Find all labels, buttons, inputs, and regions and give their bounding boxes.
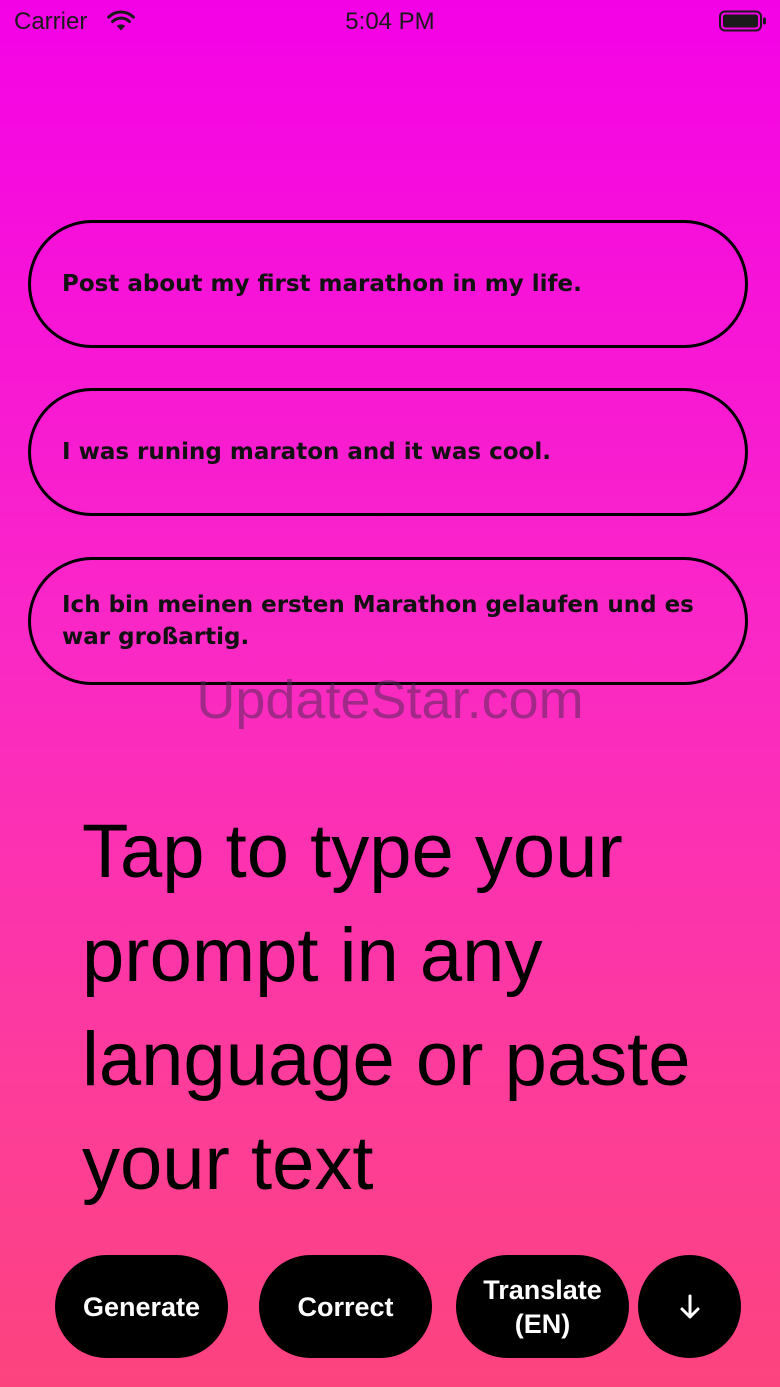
status-bar: Carrier 5:04 PM	[0, 0, 780, 44]
suggestion-text: I was runing maraton and it was cool.	[62, 439, 551, 465]
suggestion-pill[interactable]: I was runing maraton and it was cool.	[28, 388, 748, 516]
arrow-down-icon	[680, 1294, 699, 1318]
translate-button[interactable]: Translate (EN)	[456, 1255, 629, 1358]
battery-icon	[719, 10, 766, 32]
generate-label: Generate	[82, 1291, 201, 1322]
correct-label: Correct	[297, 1291, 394, 1322]
suggestion-pill[interactable]: Post about my first marathon in my life.	[28, 220, 748, 348]
translate-label-line1: Translate	[483, 1274, 602, 1305]
suggestion-text: Post about my first marathon in my life.	[62, 271, 582, 297]
prompt-input-placeholder[interactable]: Tap to type your prompt in any language …	[82, 800, 742, 1216]
generate-button[interactable]: Generate	[55, 1255, 228, 1358]
more-options-button[interactable]	[638, 1255, 741, 1358]
watermark: UpdateStar.com	[196, 670, 584, 730]
suggestion-pill[interactable]: Ich bin meinen ersten Marathon gelaufen …	[28, 557, 748, 685]
app-screen: Carrier 5:04 PM Post about my first mara…	[0, 0, 780, 1387]
status-time: 5:04 PM	[345, 8, 435, 35]
suggestion-text: Ich bin meinen ersten Marathon gelaufen …	[62, 592, 694, 650]
translate-label: Translate (EN)	[483, 1273, 602, 1341]
translate-label-line2: (EN)	[514, 1308, 571, 1339]
correct-button[interactable]: Correct	[259, 1255, 432, 1358]
